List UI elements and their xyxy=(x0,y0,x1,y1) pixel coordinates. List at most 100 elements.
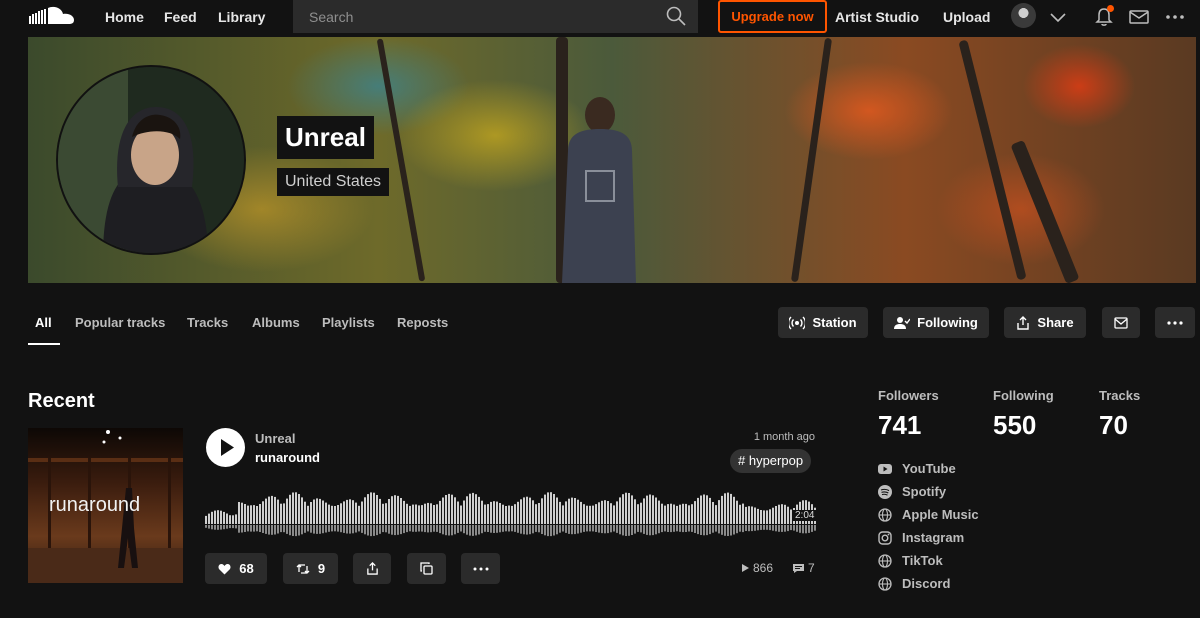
track-artist[interactable]: Unreal xyxy=(255,431,295,446)
user-check-icon xyxy=(894,316,911,329)
upgrade-button[interactable]: Upgrade now xyxy=(718,0,827,33)
nav-library[interactable]: Library xyxy=(218,9,265,25)
tab-tracks[interactable]: Tracks xyxy=(187,315,228,330)
waveform-reflection-bar xyxy=(307,525,309,532)
waveform-bar xyxy=(214,510,216,524)
play-button[interactable] xyxy=(206,428,245,467)
link-discord[interactable]: Discord xyxy=(878,576,950,591)
waveform-reflection-bar xyxy=(691,525,693,532)
waveform-bar xyxy=(217,510,219,524)
tracks-label[interactable]: Tracks xyxy=(1099,388,1140,403)
waveform-bar xyxy=(754,507,756,524)
waveform-bar xyxy=(787,506,789,524)
waveform-reflection-bar xyxy=(769,525,771,531)
following-stat-label[interactable]: Following xyxy=(993,388,1054,403)
more-options-icon xyxy=(473,567,488,570)
waveform-bar xyxy=(403,500,405,524)
waveform-reflection-bar xyxy=(301,525,303,535)
following-button[interactable]: Following xyxy=(883,307,989,338)
waveform-reflection-bar xyxy=(433,525,435,532)
tab-reposts[interactable]: Reposts xyxy=(397,315,448,330)
followers-count[interactable]: 741 xyxy=(878,410,921,441)
like-button[interactable]: 68 xyxy=(205,553,267,584)
search-icon[interactable] xyxy=(666,6,686,26)
profile-avatar[interactable] xyxy=(56,65,246,255)
link-apple-music[interactable]: Apple Music xyxy=(878,507,979,522)
tab-all[interactable]: All xyxy=(35,315,52,330)
waveform-bar xyxy=(436,504,438,524)
station-label: Station xyxy=(812,315,857,330)
chevron-down-icon[interactable] xyxy=(1047,6,1069,28)
search-input[interactable] xyxy=(293,0,653,33)
waveform-reflection-bar xyxy=(634,525,636,534)
user-avatar[interactable] xyxy=(1011,3,1036,28)
waveform-reflection-bar xyxy=(583,525,585,532)
link-spotify[interactable]: Spotify xyxy=(878,484,946,499)
waveform-bar xyxy=(349,499,351,524)
waveform-bar xyxy=(481,500,483,524)
comment-count[interactable]: 7 xyxy=(792,561,815,575)
waveform-reflection-bar xyxy=(385,525,387,533)
waveform-bar xyxy=(790,509,792,524)
waveform-reflection-bar xyxy=(310,525,312,533)
mail-icon[interactable] xyxy=(1128,6,1150,28)
share-track-button[interactable] xyxy=(353,553,391,584)
tab-playlists[interactable]: Playlists xyxy=(322,315,375,330)
waveform-bar xyxy=(712,502,714,524)
waveform-reflection-bar xyxy=(673,525,675,532)
waveform-reflection-bar xyxy=(781,525,783,532)
waveform-bar xyxy=(313,499,315,524)
track-more-button[interactable] xyxy=(461,553,500,584)
waveform-reflection-bar xyxy=(628,525,630,536)
waveform-reflection-bar xyxy=(211,525,213,530)
nav-home[interactable]: Home xyxy=(105,9,144,25)
waveform-reflection-bar xyxy=(610,525,612,533)
waveform-reflection-bar xyxy=(370,525,372,537)
waveform-bar xyxy=(304,501,306,524)
waveform-reflection-bar xyxy=(469,525,471,536)
profile-name: Unreal xyxy=(277,116,374,159)
nav-feed[interactable]: Feed xyxy=(164,9,197,25)
waveform-reflection-bar xyxy=(247,525,249,532)
soundcloud-logo-icon[interactable] xyxy=(28,4,76,28)
repost-count: 9 xyxy=(317,561,326,576)
station-button[interactable]: Station xyxy=(778,307,868,338)
waveform-bar xyxy=(544,494,546,524)
waveform-bar xyxy=(643,498,645,524)
genre-tag[interactable]: # hyperpop xyxy=(730,449,812,473)
waveform-reflection-bar xyxy=(727,525,729,536)
tab-popular-tracks[interactable]: Popular tracks xyxy=(75,315,165,330)
following-label: Following xyxy=(917,315,978,330)
copy-link-button[interactable] xyxy=(407,553,446,584)
waveform-reflection-bar xyxy=(295,525,297,537)
message-button[interactable] xyxy=(1102,307,1140,338)
waveform-bar xyxy=(223,511,225,524)
followers-label[interactable]: Followers xyxy=(878,388,939,403)
waveform-reflection-bar xyxy=(217,525,219,530)
waveform-bar xyxy=(484,504,486,524)
track-title[interactable]: runaround xyxy=(255,450,320,465)
share-button[interactable]: Share xyxy=(1004,307,1086,338)
like-count: 68 xyxy=(239,561,254,576)
waveform[interactable] xyxy=(205,482,817,542)
link-tiktok[interactable]: TikTok xyxy=(878,553,943,568)
nav-artist-studio[interactable]: Artist Studio xyxy=(835,9,919,25)
more-options-icon[interactable] xyxy=(1164,6,1186,28)
track-artwork[interactable]: runaround xyxy=(28,428,183,583)
tracks-count[interactable]: 70 xyxy=(1099,410,1128,441)
waveform-reflection-bar xyxy=(568,525,570,534)
waveform-bar xyxy=(556,497,558,524)
waveform-reflection-bar xyxy=(814,525,816,531)
waveform-reflection-bar xyxy=(484,525,486,532)
waveform-bar xyxy=(409,505,411,524)
nav-upload[interactable]: Upload xyxy=(943,9,990,25)
waveform-reflection-bar xyxy=(331,525,333,532)
more-actions-button[interactable] xyxy=(1155,307,1195,338)
tab-albums[interactable]: Albums xyxy=(252,315,300,330)
repost-button[interactable]: 9 xyxy=(283,553,338,584)
link-instagram[interactable]: Instagram xyxy=(878,530,964,545)
link-youtube[interactable]: YouTube xyxy=(878,461,956,476)
waveform-reflection-bar xyxy=(496,525,498,533)
following-count[interactable]: 550 xyxy=(993,410,1036,441)
station-icon xyxy=(789,316,806,329)
